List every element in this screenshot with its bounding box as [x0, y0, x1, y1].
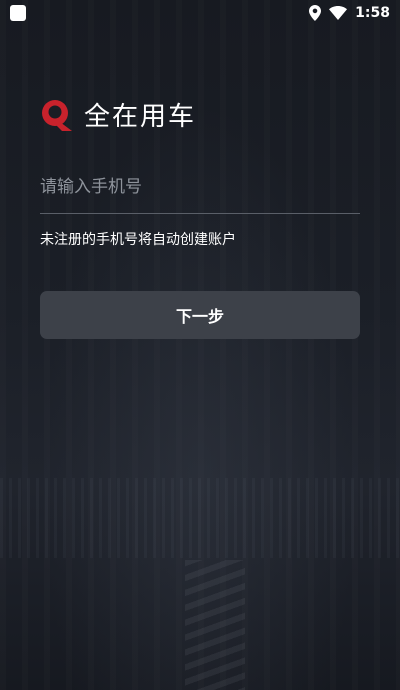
status-time: 1:58	[355, 5, 390, 21]
background-tower	[185, 560, 245, 690]
app-logo: 全在用车	[40, 96, 196, 133]
app-name: 全在用车	[84, 102, 197, 132]
auto-register-hint: 未注册的手机号将自动创建账户	[40, 232, 236, 248]
logo-mark-icon	[40, 98, 74, 132]
status-icons: 1:58	[309, 3, 390, 23]
background-building-band	[0, 478, 400, 558]
wifi-icon	[329, 6, 348, 20]
notification-icon	[10, 5, 26, 21]
next-step-button[interactable]: 下一步	[40, 291, 360, 339]
location-icon	[309, 5, 322, 21]
phone-field[interactable]	[40, 168, 360, 214]
status-bar: 1:58	[0, 0, 400, 26]
phone-input[interactable]	[40, 168, 360, 206]
